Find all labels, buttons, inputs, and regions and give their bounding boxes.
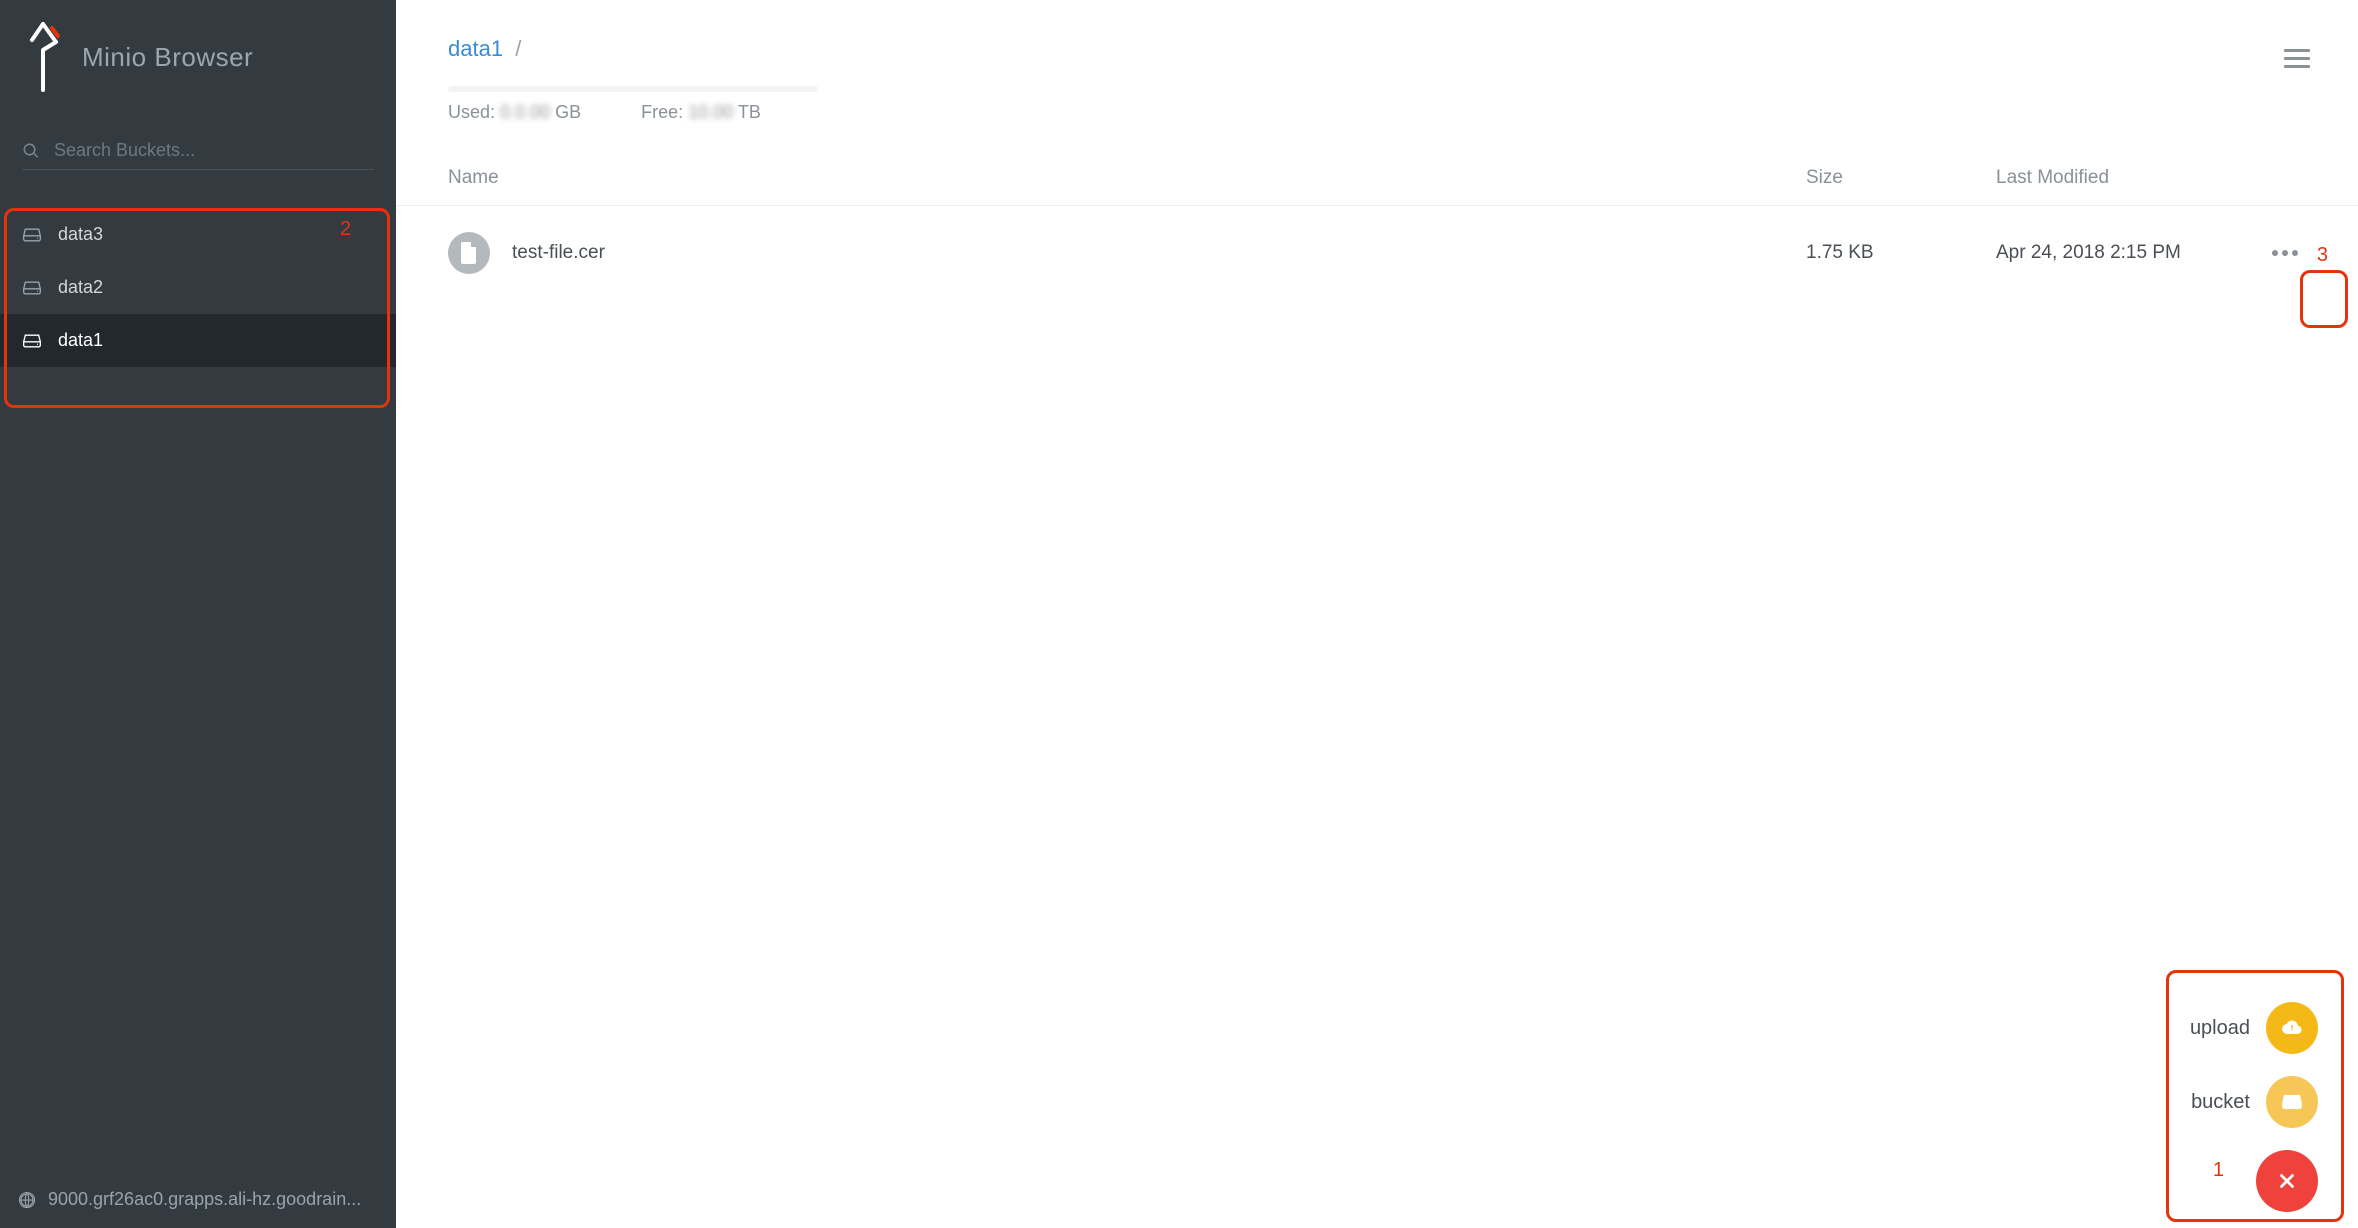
free-unit: TB	[738, 102, 761, 122]
file-row[interactable]: test-file.cer 1.75 KB Apr 24, 2018 2:15 …	[396, 206, 2358, 300]
col-name[interactable]: Name	[448, 167, 1806, 189]
storage-bar	[448, 86, 818, 92]
cloud-upload-icon	[2281, 1017, 2303, 1039]
main-content: data1 / Used: 0.0.00 GB Free: 10.00 TB	[396, 0, 2358, 1228]
drive-icon	[2281, 1091, 2303, 1113]
search-buckets[interactable]	[22, 140, 374, 170]
search-icon	[22, 142, 40, 160]
bucket-label: data1	[58, 330, 103, 351]
search-input[interactable]	[54, 140, 374, 161]
breadcrumb-separator: /	[515, 36, 521, 61]
sidebar: Minio Browser data3 data2 data1 9000.grf…	[0, 0, 396, 1228]
fab-close-button[interactable]	[2256, 1150, 2318, 1212]
host-info: 9000.grf26ac0.grapps.ali-hz.goodrain...	[0, 1171, 396, 1228]
brand: Minio Browser	[0, 0, 396, 112]
globe-icon	[18, 1191, 36, 1209]
col-modified[interactable]: Last Modified	[1996, 167, 2246, 189]
drive-icon	[22, 227, 42, 243]
file-modified: Apr 24, 2018 2:15 PM	[1996, 242, 2246, 264]
close-icon	[2276, 1170, 2298, 1192]
bucket-label: data3	[58, 224, 103, 245]
drive-icon	[22, 333, 42, 349]
col-size[interactable]: Size	[1806, 167, 1996, 189]
fab-bucket-button[interactable]	[2266, 1076, 2318, 1128]
topbar: data1 / Used: 0.0.00 GB Free: 10.00 TB	[396, 0, 2358, 123]
storage-text: Used: 0.0.00 GB Free: 10.00 TB	[448, 102, 2276, 123]
file-list: test-file.cer 1.75 KB Apr 24, 2018 2:15 …	[396, 206, 2358, 300]
fab-upload-label: upload	[2190, 1017, 2250, 1040]
used-label: Used:	[448, 102, 495, 122]
breadcrumb: data1 /	[448, 36, 2276, 62]
fab-menu: upload bucket	[2190, 1002, 2318, 1212]
brand-title: Minio Browser	[82, 42, 253, 73]
minio-logo-icon	[22, 20, 64, 94]
bucket-list: data3 data2 data1	[0, 208, 396, 367]
bucket-item-data2[interactable]: data2	[0, 261, 396, 314]
drive-icon	[22, 280, 42, 296]
host-text: 9000.grf26ac0.grapps.ali-hz.goodrain...	[48, 1189, 361, 1210]
free-label: Free:	[641, 102, 683, 122]
menu-button[interactable]	[2276, 36, 2318, 81]
used-unit: GB	[555, 102, 581, 122]
file-name: test-file.cer	[512, 242, 1806, 264]
file-size: 1.75 KB	[1806, 242, 1996, 264]
breadcrumb-bucket-link[interactable]: data1	[448, 36, 503, 61]
bucket-label: data2	[58, 277, 103, 298]
bucket-item-data1[interactable]: data1	[0, 314, 396, 367]
used-value-redacted: 0.0.00	[500, 102, 550, 122]
file-actions-button[interactable]	[2264, 242, 2306, 264]
fab-upload-button[interactable]	[2266, 1002, 2318, 1054]
fab-bucket-label: bucket	[2191, 1091, 2250, 1114]
file-icon	[448, 232, 490, 274]
bucket-item-data3[interactable]: data3	[0, 208, 396, 261]
list-header: Name Size Last Modified	[396, 123, 2358, 206]
free-value-redacted: 10.00	[688, 102, 733, 122]
